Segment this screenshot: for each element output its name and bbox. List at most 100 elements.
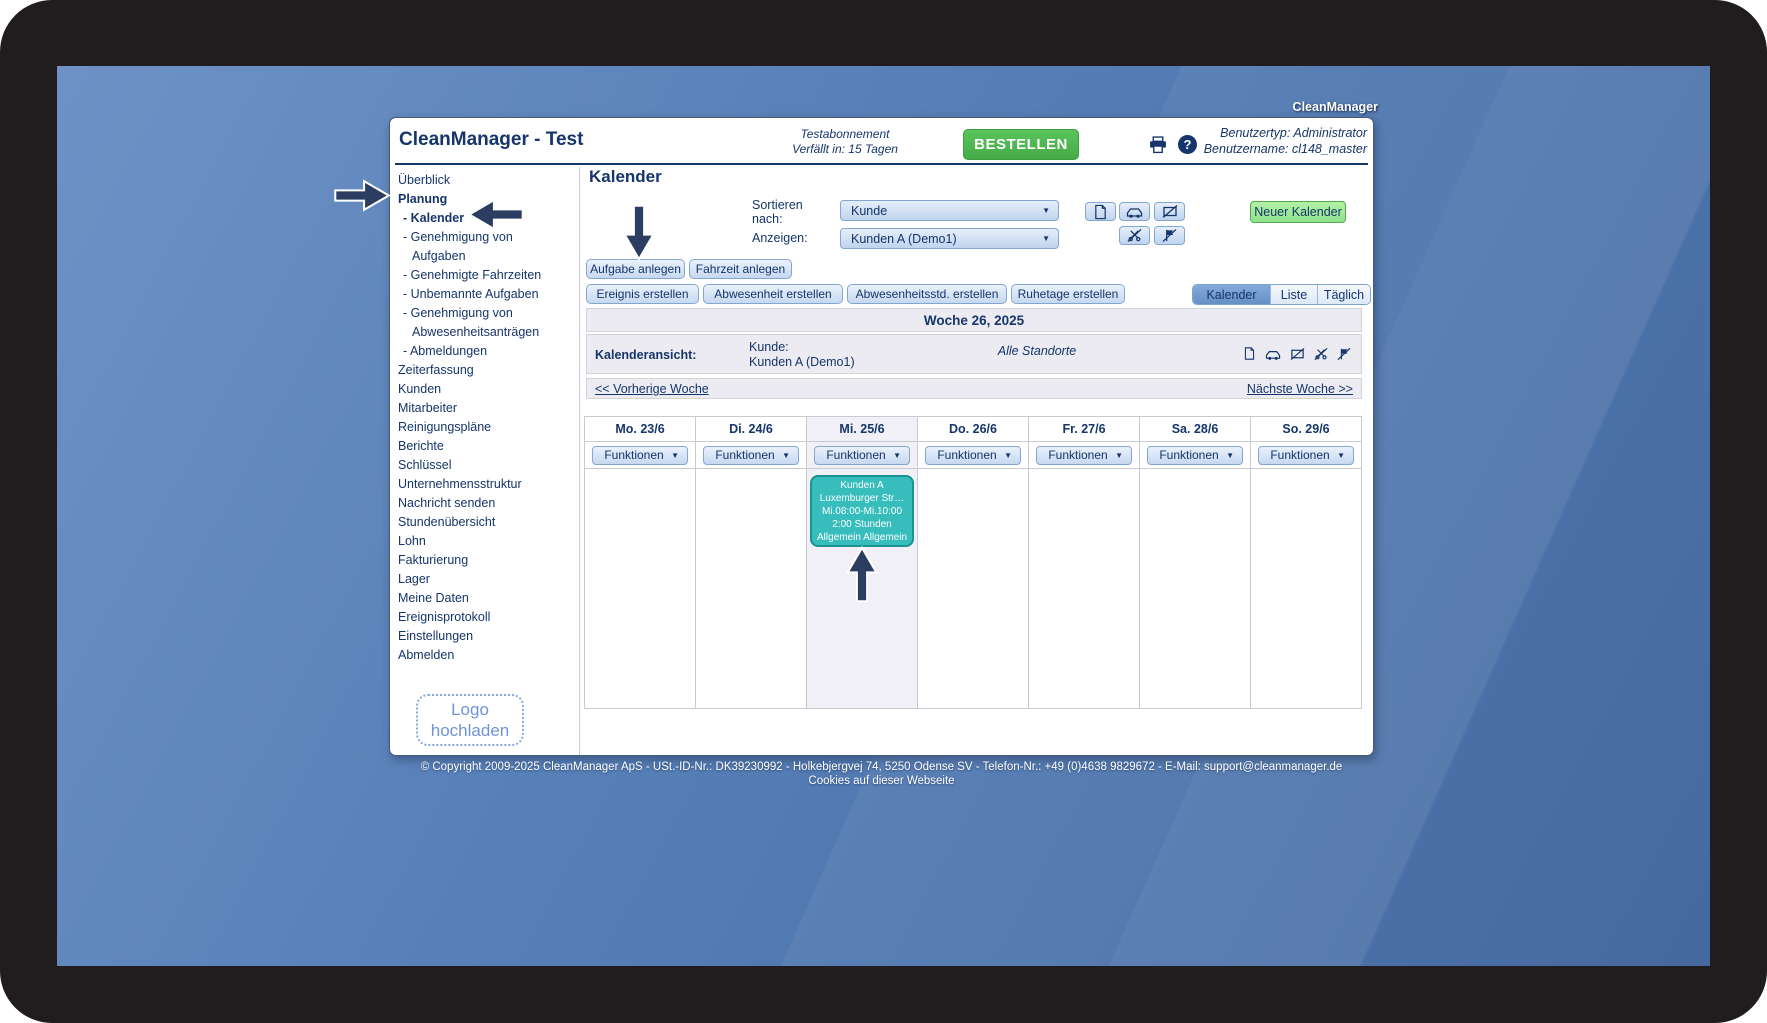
create-event-button[interactable]: Ereignis erstellen	[586, 284, 699, 304]
create-absence-hours-button[interactable]: Abwesenheitsstd. erstellen	[847, 284, 1007, 304]
sort-dropdown[interactable]: Kunde ▼	[840, 200, 1059, 221]
sidebar-item-stundenuebersicht[interactable]: Stundenübersicht	[398, 513, 558, 532]
day-column: Fr. 27/6 Funktionen ▼	[1029, 417, 1140, 708]
sidebar-item-schluessel[interactable]: Schlüssel	[398, 456, 558, 475]
funktionen-dropdown[interactable]: Funktionen ▼	[1147, 445, 1243, 465]
day-header: Sa. 28/6	[1140, 417, 1250, 442]
event-category: Allgemein Allgemein	[816, 532, 908, 543]
sort-dropdown-value: Kunde	[851, 203, 888, 218]
printer-icon[interactable]	[1148, 135, 1168, 154]
no-flag-icon[interactable]	[1154, 226, 1185, 245]
show-dropdown[interactable]: Kunden A (Demo1) ▼	[840, 228, 1059, 249]
sidebar-item-ueberblick[interactable]: Überblick	[398, 171, 558, 190]
day-header: Fr. 27/6	[1029, 417, 1139, 442]
tab-taeglich[interactable]: Täglich	[1318, 285, 1370, 304]
sidebar-item-nachricht-senden[interactable]: Nachricht senden	[398, 494, 558, 513]
day-cell[interactable]	[585, 469, 695, 708]
new-calendar-button[interactable]: Neuer Kalender	[1250, 201, 1346, 223]
sidebar-item-unternehmensstruktur[interactable]: Unternehmensstruktur	[398, 475, 558, 494]
brand-watermark: CleanManager	[1292, 100, 1378, 114]
user-name: Benutzername: cl148_master	[1203, 142, 1367, 156]
pointer-arrow-down-icon	[621, 204, 658, 262]
day-header: Di. 24/6	[696, 417, 806, 442]
funktionen-dropdown[interactable]: Funktionen ▼	[703, 445, 799, 465]
user-info: Benutzertyp: Administrator Benutzername:…	[1204, 125, 1367, 157]
logo-upload-button[interactable]: Logo hochladen	[416, 694, 524, 746]
sidebar-item-abmelden[interactable]: Abmelden	[398, 646, 558, 665]
car-icon[interactable]	[1265, 347, 1281, 361]
funktionen-dropdown[interactable]: Funktionen ▼	[1258, 445, 1354, 465]
no-scissors-icon[interactable]	[1119, 226, 1150, 245]
funktionen-dropdown[interactable]: Funktionen ▼	[925, 445, 1021, 465]
day-header: Do. 26/6	[918, 417, 1028, 442]
sidebar-item-fakturierung[interactable]: Fakturierung	[398, 551, 558, 570]
sidebar-item-genehmigte-fahrzeiten[interactable]: - Genehmigte Fahrzeiten	[403, 266, 558, 285]
subscription-expiry: Verfällt in: 15 Tagen	[792, 142, 898, 156]
sidebar-item-mitarbeiter[interactable]: Mitarbeiter	[398, 399, 558, 418]
sidebar-item-unbemannte-aufgaben[interactable]: - Unbemannte Aufgaben	[403, 285, 558, 304]
funktionen-dropdown[interactable]: Funktionen ▼	[1036, 445, 1132, 465]
calendar-grid: Mo. 23/6 Funktionen ▼ Di. 24/6 Funktionen…	[584, 416, 1362, 709]
sidebar-item-berichte[interactable]: Berichte	[398, 437, 558, 456]
sidebar-item-abmeldungen[interactable]: - Abmeldungen	[403, 342, 558, 361]
pointer-arrow-left-icon	[467, 196, 525, 233]
sidebar-item-lager[interactable]: Lager	[398, 570, 558, 589]
tab-kalender[interactable]: Kalender	[1193, 285, 1271, 304]
day-column: Mo. 23/6 Funktionen ▼	[585, 417, 696, 708]
calendar-view-bar: Kalenderansicht: Kunde: Kunden A (Demo1)…	[586, 334, 1362, 374]
car-icon[interactable]	[1119, 202, 1150, 221]
day-header: Mo. 23/6	[585, 417, 695, 442]
pointer-arrow-right-icon	[333, 177, 391, 214]
day-column: So. 29/6 Funktionen ▼	[1251, 417, 1361, 708]
day-column: Sa. 28/6 Funktionen ▼	[1140, 417, 1251, 708]
sidebar-nav: Überblick Planung - Kalender - Genehmigu…	[390, 167, 558, 665]
document-icon[interactable]	[1085, 202, 1116, 221]
event-duration: 2:00 Stunden	[832, 519, 892, 530]
day-cell[interactable]	[1251, 469, 1361, 708]
funktionen-dropdown[interactable]: Funktionen ▼	[592, 445, 688, 465]
day-cell[interactable]	[1029, 469, 1139, 708]
main-content: Kalender Sortieren nach: Anzeigen: Kunde…	[579, 167, 1373, 755]
sort-label: Sortieren nach:	[752, 198, 803, 226]
chevron-down-icon: ▼	[1115, 450, 1123, 460]
sidebar-item-zeiterfassung[interactable]: Zeiterfassung	[398, 361, 558, 380]
tab-liste[interactable]: Liste	[1271, 285, 1318, 304]
no-area-icon[interactable]	[1154, 202, 1185, 221]
funktionen-dropdown[interactable]: Funktionen ▼	[814, 445, 910, 465]
day-cell[interactable]	[696, 469, 806, 708]
view-bar-icons	[1243, 346, 1351, 361]
event-time: Mi.08:00-Mi.10:00	[821, 506, 903, 517]
create-task-button[interactable]: Aufgabe anlegen	[586, 259, 685, 279]
no-flag-icon[interactable]	[1337, 347, 1351, 361]
next-week-link[interactable]: Nächste Woche >>	[1247, 382, 1353, 396]
order-button[interactable]: BESTELLEN	[963, 129, 1079, 160]
help-icon[interactable]: ?	[1178, 135, 1197, 154]
no-area-icon[interactable]	[1290, 347, 1305, 361]
create-drive-time-button[interactable]: Fahrzeit anlegen	[689, 259, 792, 279]
day-cell[interactable]	[918, 469, 1028, 708]
sidebar-item-genehmigung-von-aufgaben[interactable]: - Genehmigung von Aufgaben	[403, 228, 558, 266]
day-cell[interactable]	[1140, 469, 1250, 708]
calendar-event[interactable]: Kunden A Luxemburger Str… Mi.08:00-Mi.10…	[810, 475, 914, 547]
cookies-link[interactable]: Cookies auf dieser Webseite	[389, 774, 1374, 788]
sidebar-item-meine-daten[interactable]: Meine Daten	[398, 589, 558, 608]
create-absence-button[interactable]: Abwesenheit erstellen	[703, 284, 843, 304]
window-header: CleanManager - Test Testabonnement Verfä…	[390, 118, 1373, 165]
sidebar-item-lohn[interactable]: Lohn	[398, 532, 558, 551]
create-rest-days-button[interactable]: Ruhetage erstellen	[1011, 284, 1125, 304]
header-icons: ?	[1148, 135, 1197, 154]
show-label: Anzeigen:	[752, 231, 808, 245]
sidebar-item-ereignisprotokoll[interactable]: Ereignisprotokoll	[398, 608, 558, 627]
app-title: CleanManager - Test	[399, 129, 584, 150]
page-footer: © Copyright 2009-2025 CleanManager ApS -…	[389, 760, 1374, 788]
prev-week-link[interactable]: << Vorherige Woche	[595, 382, 709, 396]
week-title: Woche 26, 2025	[923, 312, 1025, 328]
sidebar-item-reinigungsplaene[interactable]: Reinigungspläne	[398, 418, 558, 437]
no-scissors-icon[interactable]	[1314, 347, 1328, 361]
sidebar-item-genehmigung-von-abwesenheitsantraegen[interactable]: - Genehmigung von Abwesenheitsanträgen	[403, 304, 558, 342]
day-column: Do. 26/6 Funktionen ▼	[918, 417, 1029, 708]
sidebar-item-einstellungen[interactable]: Einstellungen	[398, 627, 558, 646]
page-title: Kalender	[589, 167, 662, 186]
document-icon[interactable]	[1243, 346, 1256, 361]
sidebar-item-kunden[interactable]: Kunden	[398, 380, 558, 399]
